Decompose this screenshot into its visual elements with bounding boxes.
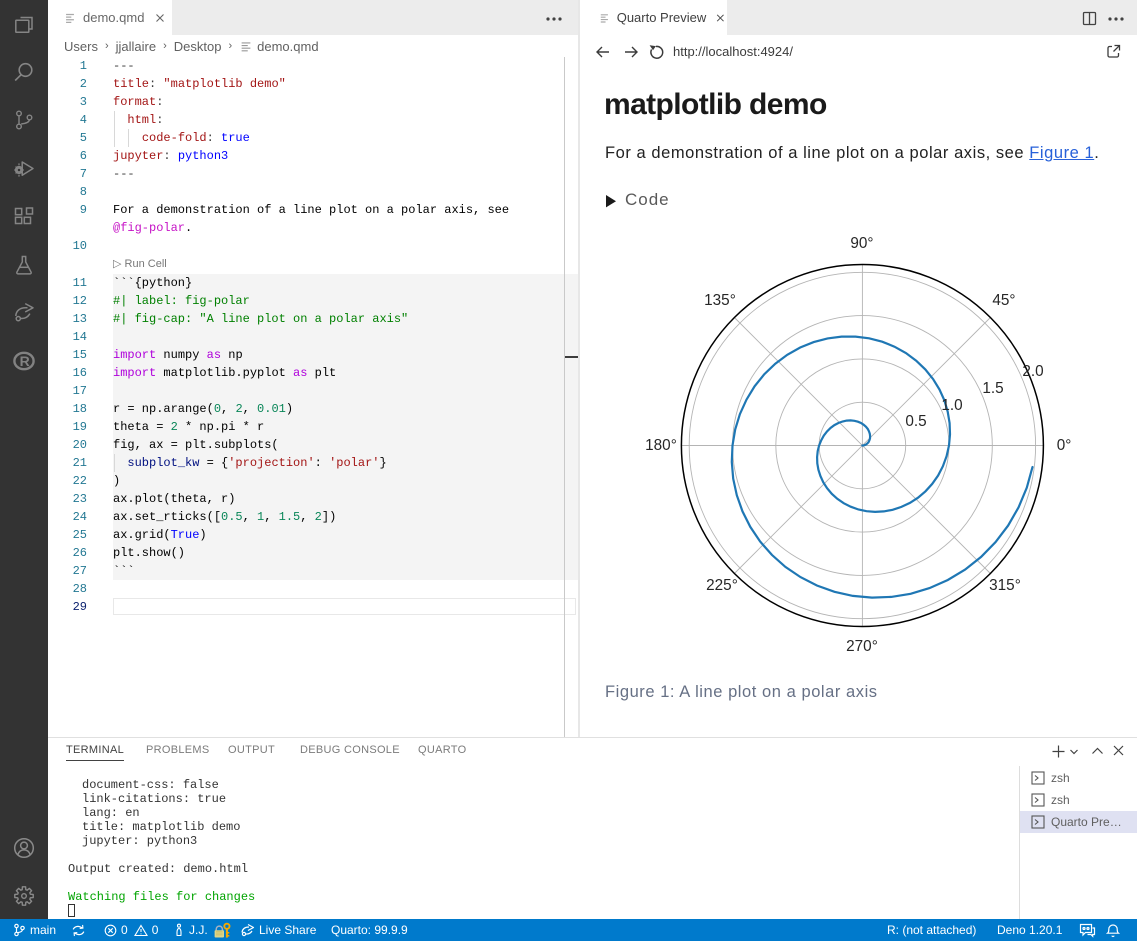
svg-text:R: R — [20, 353, 30, 369]
svg-text:270°: 270° — [846, 638, 878, 655]
svg-text:180°: 180° — [645, 437, 677, 454]
svg-text:315°: 315° — [989, 577, 1021, 594]
svg-text:1.0: 1.0 — [941, 397, 962, 414]
svg-text:1.5: 1.5 — [982, 380, 1003, 397]
svg-text:0°: 0° — [1057, 437, 1072, 454]
svg-text:45°: 45° — [992, 292, 1015, 309]
svg-text:225°: 225° — [706, 577, 738, 594]
svg-text:2.0: 2.0 — [1022, 363, 1043, 380]
svg-text:135°: 135° — [704, 292, 736, 309]
svg-text:0.5: 0.5 — [905, 413, 926, 430]
svg-text:90°: 90° — [850, 235, 873, 252]
